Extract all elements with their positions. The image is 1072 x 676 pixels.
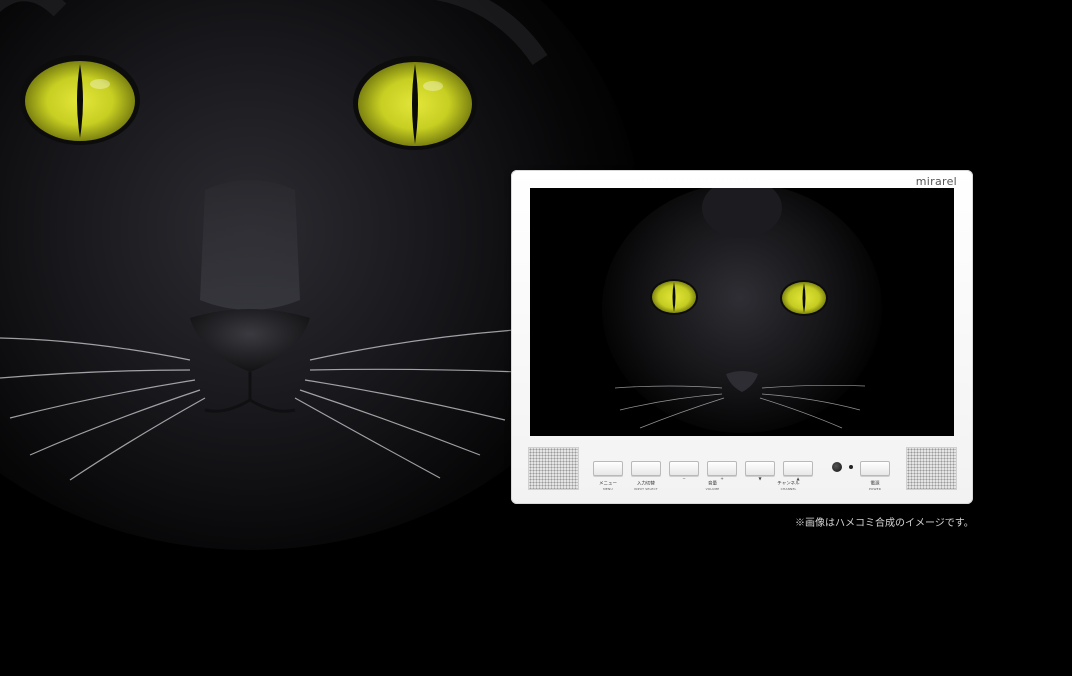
menu-button-sublabel: MENU	[603, 487, 613, 491]
channel-down-button-group: ▼	[745, 461, 775, 481]
menu-button[interactable]	[593, 461, 623, 476]
left-speaker-grille	[528, 447, 579, 490]
volume-up-button[interactable]	[707, 461, 737, 476]
right-speaker-grille	[906, 447, 957, 490]
right-big-eye	[353, 56, 477, 150]
power-button[interactable]	[860, 461, 890, 476]
channel-up-button-group: ▲ チャンネル CHANNEL	[777, 461, 813, 491]
channel-down-button[interactable]	[745, 461, 775, 476]
disclaimer-caption: ※画像はハメコミ合成のイメージです。	[795, 518, 974, 529]
channel-label: チャンネル	[777, 481, 800, 487]
volume-sublabel: VOLUME	[705, 487, 720, 491]
tv-screen	[530, 188, 954, 436]
volume-up-button-group: + 音量 VOLUME	[706, 461, 737, 491]
screen-cat-image	[530, 188, 954, 436]
volume-label: 音量	[707, 481, 717, 487]
input-select-button-group: 入力切替 INPUT SELECT	[631, 461, 661, 491]
volume-down-button-group: −	[669, 461, 699, 481]
left-big-eye	[20, 55, 140, 145]
volume-down-button[interactable]	[669, 461, 699, 476]
power-button-sublabel: POWER	[868, 487, 882, 491]
power-button-group: 電源 POWER	[860, 461, 890, 491]
power-button-label: 電源	[870, 481, 880, 487]
menu-button-label: メニュー	[598, 481, 617, 487]
power-led	[849, 465, 853, 469]
input-select-button-label: 入力切替	[636, 481, 655, 487]
remote-sensor	[832, 462, 842, 472]
channel-up-button[interactable]	[783, 461, 813, 476]
bath-tv-device: mirarel メニュー MENU 入力切替 INPUT SELECT − + …	[511, 170, 973, 504]
input-select-button-sublabel: INPUT SELECT	[634, 487, 658, 491]
input-select-button[interactable]	[631, 461, 661, 476]
scene: mirarel メニュー MENU 入力切替 INPUT SELECT − + …	[0, 0, 1072, 676]
brand-logo: mirarel	[915, 175, 957, 188]
channel-sublabel: CHANNEL	[780, 487, 797, 491]
menu-button-group: メニュー MENU	[593, 461, 623, 491]
